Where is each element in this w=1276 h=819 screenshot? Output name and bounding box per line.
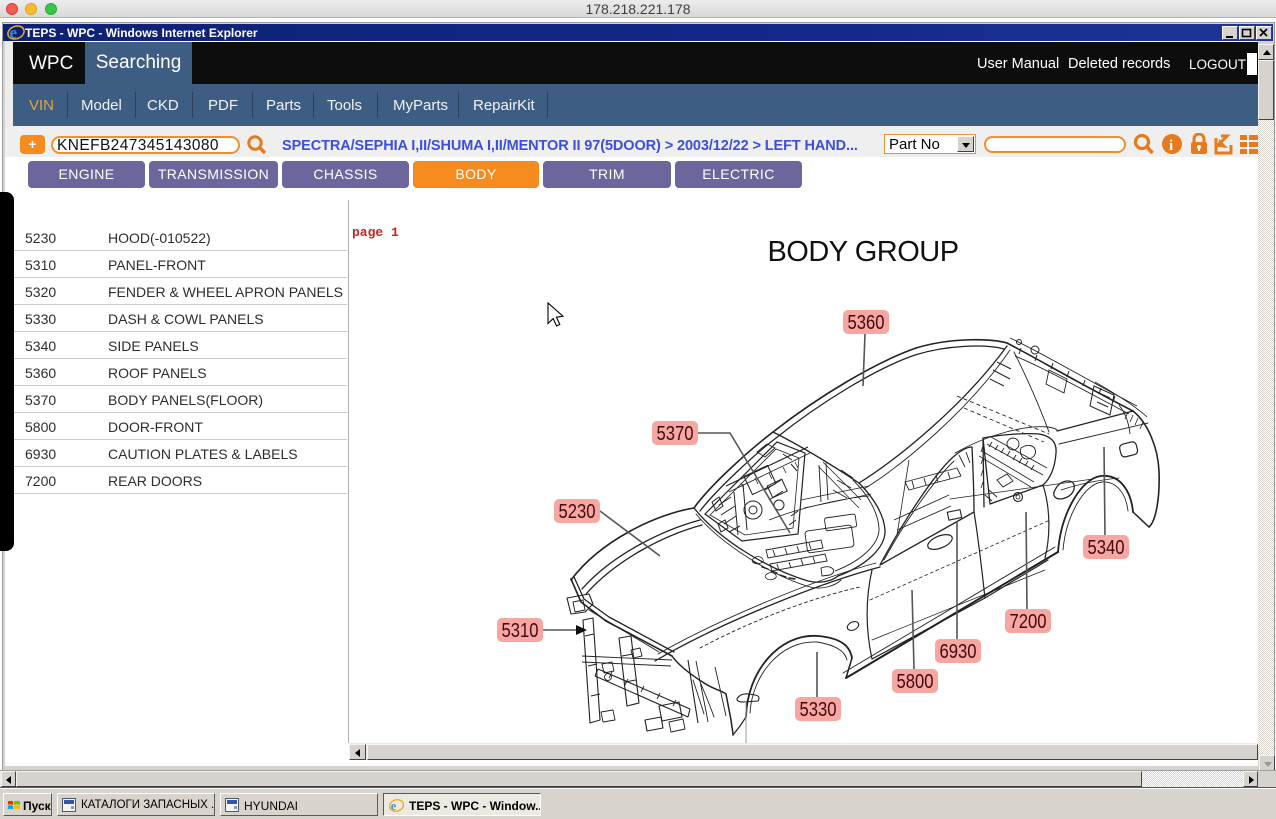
svg-text:5800: 5800 (897, 671, 934, 693)
svg-text:5370: 5370 (657, 423, 694, 445)
svg-text:5360: 5360 (848, 312, 885, 334)
svg-text:6930: 6930 (940, 641, 977, 663)
svg-text:5330: 5330 (800, 699, 837, 721)
svg-text:7200: 7200 (1010, 611, 1047, 633)
svg-text:5230: 5230 (559, 501, 596, 523)
svg-text:e: e (391, 799, 397, 813)
svg-text:5310: 5310 (502, 620, 539, 642)
svg-text:5340: 5340 (1088, 537, 1125, 559)
svg-text:i: i (1169, 138, 1173, 154)
